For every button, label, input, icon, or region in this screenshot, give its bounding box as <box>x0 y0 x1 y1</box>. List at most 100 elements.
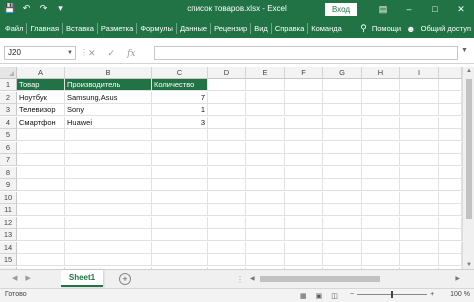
undo-icon[interactable]: ↶ <box>21 3 32 14</box>
cell-h8[interactable] <box>362 166 400 179</box>
login-button[interactable]: Вход <box>325 3 357 16</box>
tab-insert[interactable]: Вставка <box>63 23 98 34</box>
cell-a3[interactable]: Телевизор <box>17 104 65 116</box>
cell-b2[interactable]: Samsung,Asus <box>65 91 152 104</box>
zoom-percent[interactable]: 100 % <box>450 291 470 298</box>
column-header-a[interactable]: A <box>17 67 65 79</box>
cell-f3[interactable] <box>285 104 323 116</box>
cell-g4[interactable] <box>323 116 362 129</box>
prev-sheet-icon[interactable]: ◀ <box>12 274 17 282</box>
cell-d13[interactable] <box>208 229 246 241</box>
cell-j5[interactable] <box>439 129 462 141</box>
cell-d2[interactable] <box>208 91 246 104</box>
cell-a15[interactable] <box>17 254 65 266</box>
horizontal-scrollbar[interactable]: ◀ ▶ <box>250 275 460 284</box>
cell-g1[interactable] <box>323 79 362 91</box>
cell-f8[interactable] <box>285 166 323 179</box>
cell-i3[interactable] <box>400 104 439 116</box>
horizontal-scroll-thumb[interactable] <box>260 276 380 282</box>
cell-j1[interactable] <box>439 79 462 91</box>
cell-c8[interactable] <box>152 166 208 179</box>
cell-c7[interactable] <box>152 154 208 166</box>
scroll-down-icon[interactable]: ▼ <box>463 262 474 268</box>
row-header-8[interactable]: 8 <box>0 166 17 179</box>
cell-f15[interactable] <box>285 254 323 266</box>
cell-e15[interactable] <box>246 254 285 266</box>
cell-a1[interactable]: Товар <box>17 79 65 91</box>
row-header-14[interactable]: 14 <box>0 241 17 254</box>
cell-c9[interactable] <box>152 179 208 191</box>
column-header-f[interactable]: F <box>285 67 323 79</box>
cell-g3[interactable] <box>323 104 362 116</box>
column-header-d[interactable]: D <box>208 67 246 79</box>
cell-a8[interactable] <box>17 166 65 179</box>
column-header-c[interactable]: C <box>152 67 208 79</box>
cell-j10[interactable] <box>439 191 462 204</box>
cell-d8[interactable] <box>208 166 246 179</box>
cell-f4[interactable] <box>285 116 323 129</box>
cell-b1[interactable]: Производитель <box>65 79 152 91</box>
close-icon[interactable]: ✕ <box>448 0 474 19</box>
cell-c10[interactable] <box>152 191 208 204</box>
cell-a9[interactable] <box>17 179 65 191</box>
cell-i11[interactable] <box>400 204 439 216</box>
cell-b10[interactable] <box>65 191 152 204</box>
cell-j2[interactable] <box>439 91 462 104</box>
cell-g10[interactable] <box>323 191 362 204</box>
select-all-corner[interactable] <box>0 67 17 79</box>
cell-b15[interactable] <box>65 254 152 266</box>
cell-i8[interactable] <box>400 166 439 179</box>
cell-h15[interactable] <box>362 254 400 266</box>
cell-j3[interactable] <box>439 104 462 116</box>
cell-i4[interactable] <box>400 116 439 129</box>
cell-d1[interactable] <box>208 79 246 91</box>
cell-f11[interactable] <box>285 204 323 216</box>
cell-e2[interactable] <box>246 91 285 104</box>
cell-i6[interactable] <box>400 141 439 154</box>
cell-i12[interactable] <box>400 216 439 229</box>
cell-i15[interactable] <box>400 254 439 266</box>
cell-c1[interactable]: Количество <box>152 79 208 91</box>
cell-i7[interactable] <box>400 154 439 166</box>
cell-f10[interactable] <box>285 191 323 204</box>
cell-j4[interactable] <box>439 116 462 129</box>
cell-e6[interactable] <box>246 141 285 154</box>
cell-h11[interactable] <box>362 204 400 216</box>
cell-h7[interactable] <box>362 154 400 166</box>
cell-d9[interactable] <box>208 179 246 191</box>
cell-b9[interactable] <box>65 179 152 191</box>
cell-e12[interactable] <box>246 216 285 229</box>
tab-team[interactable]: Команда <box>308 23 345 34</box>
zoom-out-button[interactable]: − <box>350 291 354 298</box>
redo-icon[interactable]: ↷ <box>38 3 49 14</box>
expand-formula-bar-icon[interactable]: ▼ <box>461 47 468 54</box>
column-header-g[interactable]: G <box>323 67 362 79</box>
cell-f13[interactable] <box>285 229 323 241</box>
cell-g2[interactable] <box>323 91 362 104</box>
cell-c2[interactable]: 7 <box>152 91 208 104</box>
cell-c13[interactable] <box>152 229 208 241</box>
tab-file[interactable]: Файл <box>2 23 28 34</box>
formula-input[interactable] <box>154 46 458 60</box>
sheet-tab-sheet1[interactable]: Sheet1 <box>61 270 103 287</box>
cell-e7[interactable] <box>246 154 285 166</box>
cell-d15[interactable] <box>208 254 246 266</box>
normal-view-icon[interactable]: ▦ <box>300 292 307 300</box>
save-icon[interactable]: 💾 <box>4 3 15 14</box>
cell-g9[interactable] <box>323 179 362 191</box>
cell-a13[interactable] <box>17 229 65 241</box>
cell-j7[interactable] <box>439 154 462 166</box>
cell-j6[interactable] <box>439 141 462 154</box>
cell-e14[interactable] <box>246 241 285 254</box>
cell-h3[interactable] <box>362 104 400 116</box>
cell-e10[interactable] <box>246 191 285 204</box>
cell-g5[interactable] <box>323 129 362 141</box>
cell-g7[interactable] <box>323 154 362 166</box>
tab-help[interactable]: Справка <box>272 23 309 34</box>
row-header-10[interactable]: 10 <box>0 191 17 204</box>
cell-c12[interactable] <box>152 216 208 229</box>
cell-g15[interactable] <box>323 254 362 266</box>
scroll-up-icon[interactable]: ▲ <box>463 68 474 74</box>
cell-a7[interactable] <box>17 154 65 166</box>
minimize-icon[interactable]: – <box>396 0 422 19</box>
